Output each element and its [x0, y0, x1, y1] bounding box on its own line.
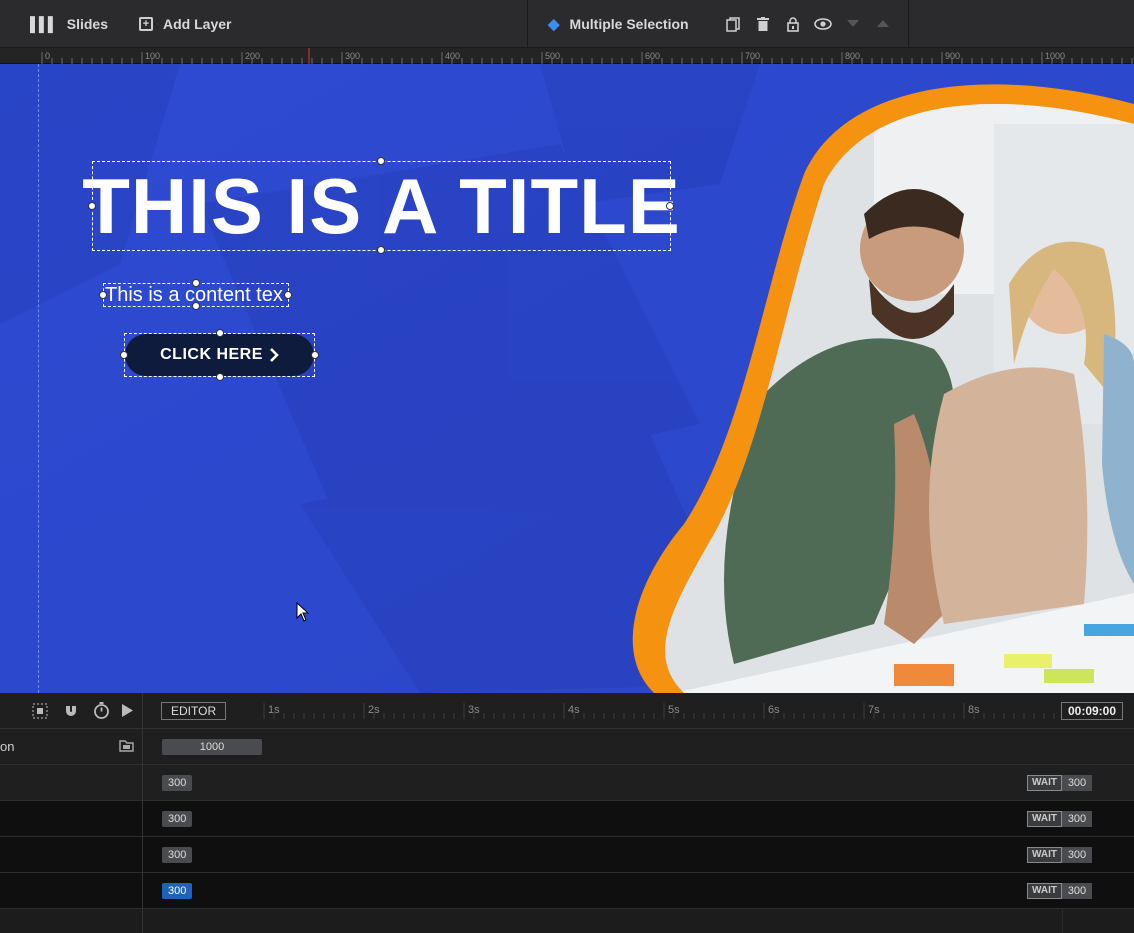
timeline-tick-label: 2s	[368, 704, 380, 716]
start-duration[interactable]: 300	[162, 775, 193, 791]
duplicate-icon[interactable]	[723, 14, 743, 34]
timeline-row[interactable]: 300 WAIT 300	[0, 873, 1134, 909]
multiple-selection-label: Multiple Selection	[569, 16, 689, 32]
timeline-row[interactable]: 300 WAIT 300	[0, 765, 1134, 801]
click-here-button[interactable]: CLICK HERE	[125, 334, 314, 376]
start-duration[interactable]: 300	[162, 811, 193, 827]
end-duration[interactable]: 300	[1062, 811, 1092, 827]
row-label: on	[0, 739, 15, 754]
timeline-header: EDITOR 1s 2s 3s 4s 5s 6s 7s 8s 00:09:00	[0, 693, 1134, 729]
click-here-label: CLICK HERE	[160, 346, 263, 363]
ruler-label: 900	[945, 51, 960, 61]
timeline-ticks: 1s 2s 3s 4s 5s 6s 7s 8s	[263, 703, 1055, 719]
ruler-label: 800	[845, 51, 860, 61]
timeline-tick-label: 5s	[668, 704, 680, 716]
ruler-label: 100	[145, 51, 160, 61]
content-text-layer[interactable]: This is a content tex	[99, 279, 292, 310]
add-layer-button[interactable]: + Add Layer	[139, 0, 231, 48]
chevron-right-icon	[269, 348, 279, 362]
timeline-tick-label: 7s	[868, 704, 880, 716]
end-duration[interactable]: 300	[1062, 883, 1092, 899]
play-icon[interactable]	[122, 704, 133, 722]
resize-handle[interactable]	[120, 351, 128, 359]
resize-handle[interactable]	[99, 291, 107, 299]
wait-badge[interactable]: WAIT	[1027, 811, 1062, 827]
magnet-icon[interactable]	[63, 703, 79, 724]
add-layer-label: Add Layer	[163, 16, 232, 32]
start-duration[interactable]: 300	[162, 847, 193, 863]
top-toolbar: ▌▌▌ Slides + Add Layer ◆ Multiple Select…	[0, 0, 1134, 48]
ruler-label: 700	[745, 51, 760, 61]
resize-handle[interactable]	[88, 202, 96, 210]
ruler-label: 300	[345, 51, 360, 61]
timeline-tick-label: 8s	[968, 704, 980, 716]
title-layer[interactable]: THIS IS A TITLE	[82, 157, 681, 254]
stopwatch-icon[interactable]	[93, 702, 110, 724]
hero-photo-blob	[632, 84, 1134, 693]
toolbar-divider	[527, 0, 528, 48]
move-up-icon[interactable]	[873, 14, 893, 34]
ruler-label: 0	[45, 51, 50, 61]
lock-icon[interactable]	[783, 14, 803, 34]
add-layer-icon: +	[139, 17, 153, 31]
mouse-cursor-icon	[296, 602, 310, 622]
duration-bar[interactable]: 1000	[162, 739, 262, 755]
start-duration-selected[interactable]: 300	[162, 883, 193, 899]
wait-badge[interactable]: WAIT	[1027, 883, 1062, 899]
resize-handle[interactable]	[216, 329, 224, 337]
timeline-panel: EDITOR 1s 2s 3s 4s 5s 6s 7s 8s 00:09:00 on 1000…	[0, 693, 1134, 933]
grid-icon[interactable]	[32, 703, 48, 724]
multiple-selection-dropdown[interactable]: ◆ Multiple Selection	[548, 0, 689, 48]
total-time[interactable]: 00:09:00	[1061, 702, 1123, 720]
timeline-row[interactable]: 300 WAIT 300	[0, 837, 1134, 873]
editor-tab[interactable]: EDITOR	[161, 702, 227, 720]
end-duration[interactable]: 300	[1062, 847, 1092, 863]
slide-canvas[interactable]: THIS IS A TITLE This is a content tex CL…	[0, 64, 1134, 693]
slides-label: Slides	[66, 16, 109, 32]
vertical-guide-line	[38, 64, 39, 693]
resize-handle[interactable]	[216, 373, 224, 381]
layers-icon: ◆	[548, 16, 560, 33]
ruler-label: 400	[445, 51, 460, 61]
resize-handle[interactable]	[666, 202, 674, 210]
title-text: THIS IS A TITLE	[82, 161, 681, 250]
slides-button[interactable]: ▌▌▌ Slides	[30, 0, 108, 48]
ruler-label: 600	[645, 51, 660, 61]
horizontal-ruler: 0 100 200 300 400 500 600 700 800 900 1000	[0, 48, 1134, 64]
wait-badge[interactable]: WAIT	[1027, 847, 1062, 863]
resize-handle[interactable]	[284, 291, 292, 299]
timeline-row[interactable]: 300 WAIT 300	[0, 801, 1134, 837]
timeline-tick-label: 1s	[268, 704, 280, 716]
visibility-icon[interactable]	[813, 14, 833, 34]
delete-icon[interactable]	[753, 14, 773, 34]
folder-icon[interactable]	[119, 739, 134, 757]
ruler-ticks: 0 100 200 300 400 500 600 700 800 900 1000	[41, 48, 1133, 64]
slides-icon: ▌▌▌	[30, 16, 58, 32]
timeline-tick-label: 6s	[768, 704, 780, 716]
ruler-label: 200	[245, 51, 260, 61]
end-duration[interactable]: 300	[1062, 775, 1092, 791]
resize-handle[interactable]	[377, 246, 385, 254]
ruler-label: 1000	[1045, 51, 1065, 61]
timeline-tick-label: 4s	[568, 704, 580, 716]
ruler-label: 500	[545, 51, 560, 61]
timeline-tick-label: 3s	[468, 704, 480, 716]
resize-handle[interactable]	[192, 279, 200, 287]
resize-handle[interactable]	[192, 302, 200, 310]
resize-handle[interactable]	[311, 351, 319, 359]
wait-badge[interactable]: WAIT	[1027, 775, 1062, 791]
toolbar-divider	[908, 0, 909, 48]
timeline-row[interactable]: on 1000	[0, 729, 1134, 765]
resize-handle[interactable]	[377, 157, 385, 165]
move-down-icon[interactable]	[843, 14, 863, 34]
cta-button-layer[interactable]: CLICK HERE	[120, 329, 319, 381]
